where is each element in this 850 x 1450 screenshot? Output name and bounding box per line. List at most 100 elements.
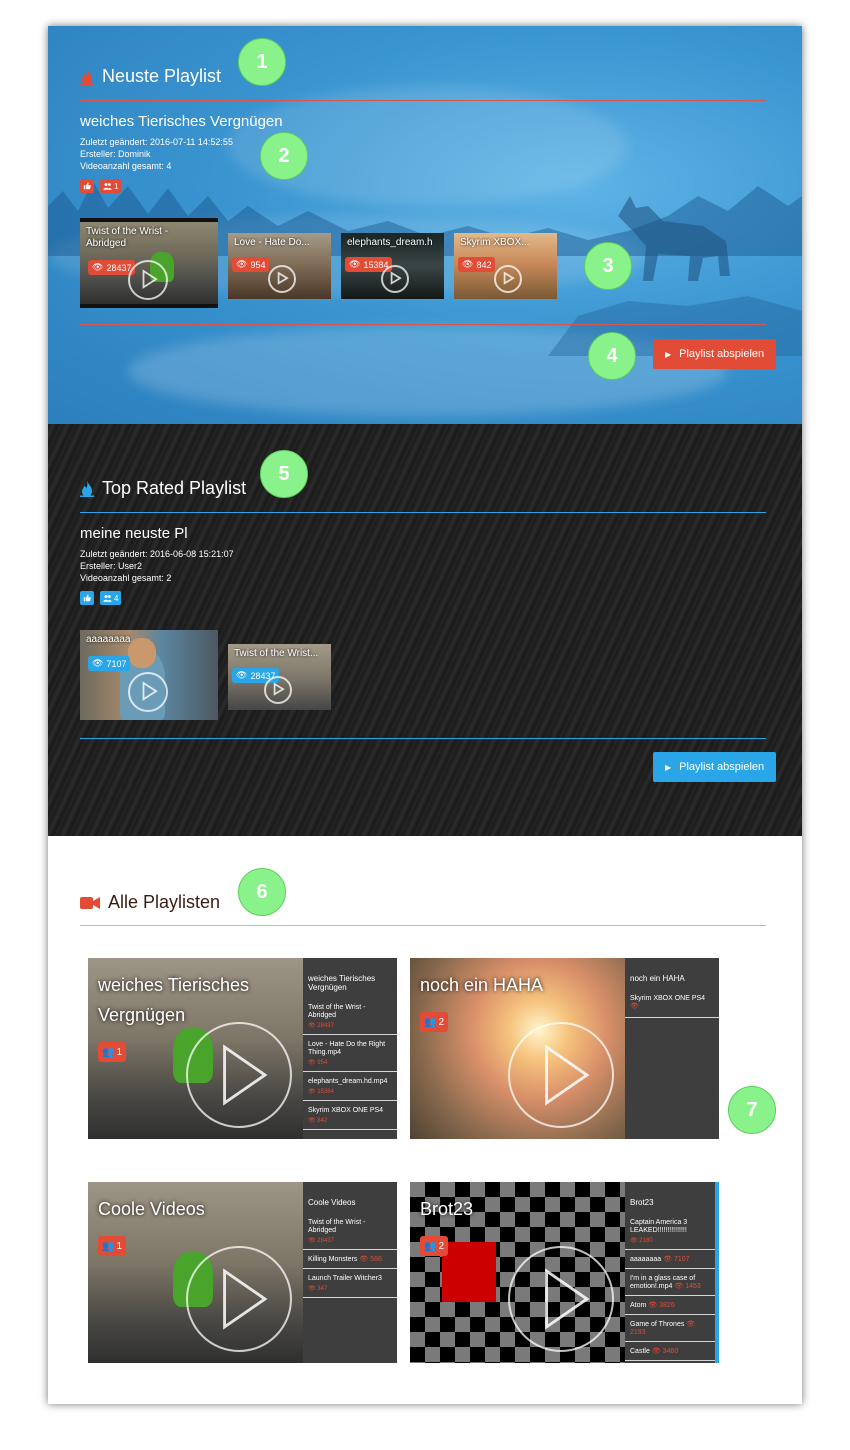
eye-icon: 👁 xyxy=(92,658,104,668)
list-item[interactable]: Captain America 3 LEAKED!!!!!!!!!!!!!!! 👁… xyxy=(625,1213,715,1250)
video-thumbnail[interactable]: Love - Hate Do... 👁 954 xyxy=(228,233,331,299)
playlist-card[interactable]: Brot23 👥 2 Brot23 Captain America 3 LEAKE… xyxy=(410,1182,719,1363)
flame-icon xyxy=(80,480,94,497)
view-count: 954 xyxy=(250,259,266,270)
eye-icon: 👁 xyxy=(359,1256,369,1263)
eye-icon: 👁 xyxy=(308,1060,318,1066)
like-button[interactable] xyxy=(80,179,94,193)
list-item[interactable]: Atom 👁 3826 xyxy=(625,1296,715,1315)
users-icon: 👥 xyxy=(102,1046,115,1058)
playlist-card[interactable]: weiches Tierisches Vergnügen 👥 1 weiches … xyxy=(88,958,397,1139)
users-badge[interactable]: 4 xyxy=(100,591,122,605)
list-item[interactable]: aaaaaaaa 👁 7107 xyxy=(625,1250,715,1269)
item-name: Captain America 3 LEAKED!!!!!!!!!!!!!!! xyxy=(630,1219,688,1234)
video-thumbnail[interactable]: Twist of the Wrist - Abridged 👁 28437 xyxy=(80,218,218,308)
video-thumbnail[interactable]: elephants_dream.h 👁 15384 xyxy=(341,233,444,299)
list-item[interactable]: Launch Trailer Witcher3 👁 347 xyxy=(303,1269,397,1298)
eye-icon: 👁 xyxy=(663,1256,672,1263)
item-name: Launch Trailer Witcher3 xyxy=(308,1275,382,1282)
view-count: 28437 xyxy=(106,262,132,273)
item-name: aaaaaaaa xyxy=(630,1256,662,1263)
item-name: Killing Monsters xyxy=(308,1256,358,1263)
section-divider xyxy=(80,738,766,739)
annotation-marker: 4 xyxy=(588,332,636,380)
video-thumbnail[interactable]: Skyrim XBOX... 👁 842 xyxy=(454,233,557,299)
list-item[interactable]: Skyrim XBOX ONE PS4 👁 xyxy=(625,989,719,1018)
video-camera-icon xyxy=(80,896,100,909)
play-icon[interactable] xyxy=(494,265,522,293)
play-icon[interactable] xyxy=(381,265,409,293)
annotation-marker: 2 xyxy=(260,132,308,180)
eye-icon: 👁 xyxy=(630,1003,639,1010)
item-views: 7107 xyxy=(673,1256,690,1263)
page-frame: Neuste Playlist weiches Tierisches Vergn… xyxy=(48,26,802,1404)
eye-icon: 👁 xyxy=(308,1023,318,1029)
eye-icon: 👁 xyxy=(462,259,474,269)
list-item[interactable]: elephants_dream.hd.mp4 👁 15384 xyxy=(303,1072,397,1101)
list-item[interactable]: Love - Hate Do the Right Thing.mp4 👁 954 xyxy=(303,1035,397,1072)
play-icon[interactable] xyxy=(186,1246,292,1352)
video-thumbnail[interactable]: aaaaaaaa 👁 7107 xyxy=(80,630,218,720)
users-count: 2 xyxy=(438,1240,445,1252)
view-count-badge: 👁 7107 xyxy=(88,656,131,671)
section-divider xyxy=(80,925,766,926)
play-icon[interactable] xyxy=(128,672,168,712)
item-views: 1453 xyxy=(685,1283,701,1290)
view-count-badge: 👁 954 xyxy=(232,257,270,272)
eye-icon: 👁 xyxy=(686,1321,696,1328)
card-hero-image[interactable]: weiches Tierisches Vergnügen 👥 1 xyxy=(88,958,303,1139)
like-button[interactable] xyxy=(80,591,94,605)
card-hero-image[interactable]: Brot23 👥 2 xyxy=(410,1182,625,1363)
creator: Ersteller: Dominik xyxy=(80,149,151,159)
list-item[interactable]: Twist of the Wrist - Abridged 👁 28437 xyxy=(303,1213,397,1250)
item-views: 15384 xyxy=(317,1089,334,1095)
users-badge[interactable]: 1 xyxy=(100,179,122,193)
item-views: 3826 xyxy=(659,1302,675,1309)
video-title: aaaaaaaa xyxy=(86,634,131,645)
list-item[interactable]: I'm in a glass case of emotion!.mp4 👁 14… xyxy=(625,1269,715,1296)
playlist-card[interactable]: noch ein HAHA 👥 2 noch ein HAHA Skyrim XB… xyxy=(410,958,719,1139)
play-icon[interactable] xyxy=(508,1246,614,1352)
item-name: Castle xyxy=(630,1348,650,1355)
video-title: elephants_dream.h xyxy=(347,237,433,248)
view-count: 842 xyxy=(476,259,492,270)
users-icon xyxy=(103,183,112,190)
eye-icon: 👁 xyxy=(236,259,248,269)
video-title: Love - Hate Do... xyxy=(234,237,310,248)
list-item[interactable]: Castle 👁 3460 xyxy=(625,1342,715,1361)
list-item[interactable]: Killing Monsters 👁 586 xyxy=(303,1250,397,1269)
list-item[interactable]: Game of Thrones 👁 2193 xyxy=(625,1315,715,1342)
play-icon[interactable] xyxy=(186,1022,292,1128)
section-divider xyxy=(80,100,766,101)
play-playlist-button[interactable]: ▶ Playlist abspielen xyxy=(653,339,777,369)
card-hero-image[interactable]: noch ein HAHA 👥 2 xyxy=(410,958,625,1139)
video-title: Twist of the Wrist - Abridged xyxy=(86,226,169,249)
users-count: 4 xyxy=(114,593,119,603)
list-item[interactable]: Twist of the Wrist - Abridged 👁 28437 xyxy=(303,998,397,1035)
red-square-shape xyxy=(442,1242,496,1302)
play-icon[interactable] xyxy=(128,260,168,300)
play-icon[interactable] xyxy=(264,676,292,704)
play-icon[interactable] xyxy=(508,1022,614,1128)
section-title-text: Neuste Playlist xyxy=(102,66,222,86)
item-views: 3460 xyxy=(662,1348,679,1355)
playlist-meta: Zuletzt geändert: 2016-07-11 14:52:55 Er… xyxy=(80,136,233,172)
view-count-badge: 👁 842 xyxy=(458,257,496,272)
eye-icon: 👁 xyxy=(648,1302,658,1309)
card-title: Brot23 xyxy=(420,1199,474,1219)
eye-icon: 👁 xyxy=(674,1283,684,1290)
card-hero-image[interactable]: Coole Videos 👥 1 xyxy=(88,1182,303,1363)
eye-icon: 👁 xyxy=(92,262,104,272)
play-playlist-button[interactable]: ▶ Playlist abspielen xyxy=(653,752,777,782)
creator: Ersteller: User2 xyxy=(80,561,143,571)
annotation-marker: 5 xyxy=(260,450,308,498)
playlist-card[interactable]: Coole Videos 👥 1 Coole Videos Twist of th… xyxy=(88,1182,397,1363)
play-icon[interactable] xyxy=(268,265,296,293)
item-name: Twist of the Wrist - Abridged xyxy=(308,1004,366,1019)
video-thumbnail[interactable]: Twist of the Wrist... 👁 28437 xyxy=(228,644,331,710)
annotation-marker: 3 xyxy=(584,242,632,290)
item-name: Game of Thrones xyxy=(630,1321,685,1328)
list-item[interactable]: Skyrim XBOX ONE PS4 👁 842 xyxy=(303,1101,397,1130)
section-title-text: Top Rated Playlist xyxy=(102,478,247,498)
top-rated-section-title: Top Rated Playlist xyxy=(80,478,246,499)
